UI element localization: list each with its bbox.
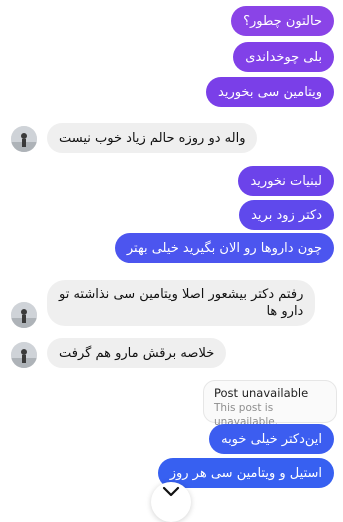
- outgoing-message[interactable]: ویتامین سی بخورید: [206, 77, 334, 107]
- message-text: واله دو روزه حالم زیاد خوب نیست: [59, 131, 246, 146]
- incoming-message[interactable]: رفتم دکتر بیشعور اصلا ویتامین سی نذاشته …: [47, 280, 316, 326]
- avatar[interactable]: [11, 342, 37, 368]
- shared-post-card[interactable]: Post unavailable This post is unavailabl…: [203, 380, 337, 428]
- message-text: حالتون چطور؟: [243, 14, 322, 29]
- message-text-line: دارو ها: [266, 304, 304, 319]
- avatar-image: [11, 302, 37, 328]
- message-text: بلی چوخداندی: [245, 50, 322, 65]
- outgoing-message[interactable]: دکتر زود برید: [239, 200, 334, 230]
- avatar[interactable]: [11, 126, 37, 152]
- message-text: خلاصه برقش مارو هم گرفت: [59, 346, 215, 361]
- avatar-image: [11, 126, 37, 152]
- message-text: این‌دکتر خیلی خوبه: [221, 432, 322, 447]
- outgoing-message[interactable]: این‌دکتر خیلی خوبه: [209, 424, 334, 454]
- message-text: چون داروها رو الان بگیرید خیلی بهتر: [126, 241, 322, 256]
- avatar-image: [11, 342, 37, 368]
- message-text: دکتر زود برید: [251, 208, 322, 223]
- outgoing-message[interactable]: بلی چوخداندی: [233, 42, 334, 72]
- shared-post-title: Post unavailable: [214, 386, 309, 400]
- message-text: ویتامین سی بخورید: [218, 85, 322, 100]
- message-text-line: رفتم دکتر بیشعور اصلا ویتامین سی نذاشته …: [59, 287, 304, 302]
- chevron-down-icon: [162, 486, 180, 497]
- outgoing-message[interactable]: چون داروها رو الان بگیرید خیلی بهتر: [114, 233, 334, 263]
- message-text: لبنیات نخورید: [250, 174, 322, 189]
- outgoing-message[interactable]: لبنیات نخورید: [238, 166, 334, 196]
- outgoing-message[interactable]: استیل و ویتامین سی هر روز: [157, 458, 334, 488]
- avatar[interactable]: [11, 302, 37, 328]
- incoming-message[interactable]: خلاصه برقش مارو هم گرفت: [47, 338, 227, 368]
- incoming-message[interactable]: واله دو روزه حالم زیاد خوب نیست: [47, 123, 258, 153]
- scroll-to-bottom-button[interactable]: [151, 482, 191, 522]
- outgoing-message[interactable]: حالتون چطور؟: [231, 6, 334, 36]
- message-text: استیل و ویتامین سی هر روز: [169, 466, 322, 481]
